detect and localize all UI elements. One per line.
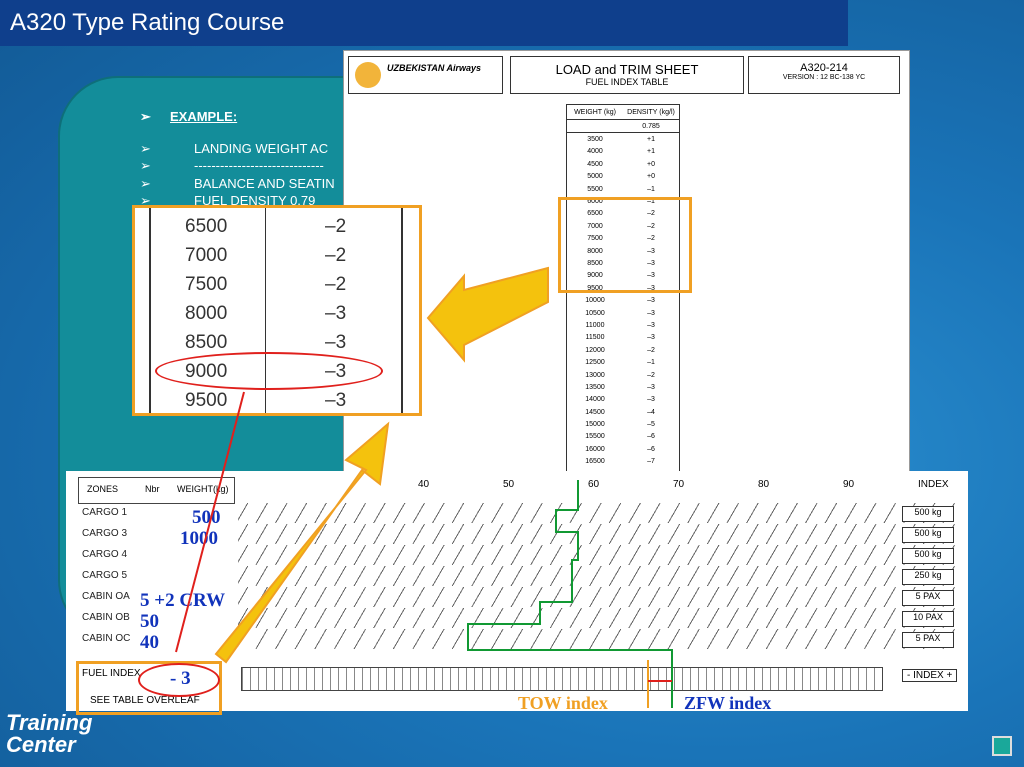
arrow-left-icon [426, 266, 549, 363]
green-trace [467, 480, 673, 708]
training-center-logo: Training Center [6, 710, 93, 757]
nav-button[interactable] [992, 736, 1012, 756]
arrow-up-icon [214, 421, 390, 664]
red-pointer [175, 391, 245, 653]
annotation-overlay [175, 266, 673, 708]
